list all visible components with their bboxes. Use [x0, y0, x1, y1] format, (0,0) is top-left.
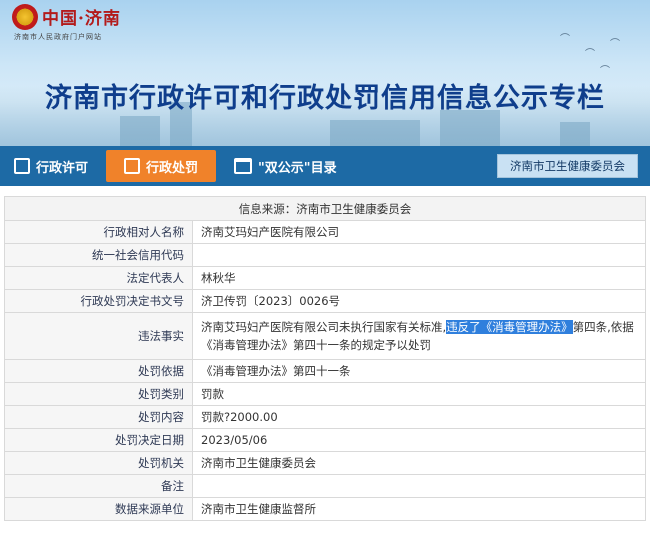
row-label: 处罚依据 [4, 359, 193, 383]
table-row: 处罚内容 罚款?2000.00 [4, 405, 646, 429]
nav-tab-admin-penalty[interactable]: 行政处罚 [106, 150, 217, 182]
main-nav: 行政许可 行政处罚 "双公示"目录 济南市卫生健康委员会 [0, 146, 650, 186]
row-value: 济南市卫生健康委员会 [192, 451, 646, 475]
table-row: 统一社会信用代码 [4, 243, 646, 267]
row-label: 备注 [4, 474, 193, 498]
row-label: 行政处罚决定书文号 [4, 289, 193, 313]
bird-icon: ⌒ [600, 66, 610, 77]
nav-tab-label: 行政处罚 [146, 160, 199, 176]
table-row: 数据来源单位 济南市卫生健康监督所 [4, 497, 646, 521]
list-icon [124, 158, 141, 174]
skyline-building [440, 110, 500, 146]
violation-text-pre: 济南艾玛妇产医院有限公司未执行国家有关标准, [201, 320, 447, 334]
row-label: 违法事实 [4, 312, 193, 360]
table-row: 处罚决定日期 2023/05/06 [4, 428, 646, 452]
skyline-building [330, 120, 420, 146]
table-row: 违法事实 济南艾玛妇产医院有限公司未执行国家有关标准,违反了《消毒管理办法》第四… [4, 312, 646, 360]
row-value [192, 474, 646, 498]
row-value: 2023/05/06 [192, 428, 646, 452]
row-value: 罚款 [192, 382, 646, 406]
table-row: 法定代表人 林秋华 [4, 266, 646, 290]
row-label: 处罚决定日期 [4, 428, 193, 452]
bird-icon: ⌒ [585, 49, 595, 60]
row-label: 处罚机关 [4, 451, 193, 475]
row-label: 数据来源单位 [4, 497, 193, 521]
nav-tab-label: 行政许可 [36, 160, 89, 176]
row-label: 处罚类别 [4, 382, 193, 406]
document-icon [14, 158, 30, 174]
row-value: 罚款?2000.00 [192, 405, 646, 429]
table-row: 处罚类别 罚款 [4, 382, 646, 406]
row-value [192, 243, 646, 267]
bird-icon: ⌒ [610, 39, 620, 50]
site-logo-title[interactable]: 中国·济南 [42, 4, 121, 29]
nav-tab-admin-license[interactable]: 行政许可 [0, 146, 102, 186]
page-title: 济南市行政许可和行政处罚信用信息公示专栏 [45, 83, 605, 114]
table-row: 信息来源：济南市卫生健康委员会 [4, 196, 646, 221]
national-emblem-icon [12, 4, 38, 30]
row-value-violation: 济南艾玛妇产医院有限公司未执行国家有关标准,违反了《消毒管理办法》第四条,依据《… [192, 312, 646, 360]
row-label: 处罚内容 [4, 405, 193, 429]
row-label: 统一社会信用代码 [4, 243, 193, 267]
row-value: 济卫传罚〔2023〕0026号 [192, 289, 646, 313]
nav-tab-dual-publicity-catalog[interactable]: "双公示"目录 [220, 146, 351, 186]
department-selector[interactable]: 济南市卫生健康委员会 [497, 154, 638, 178]
penalty-info-table: 信息来源：济南市卫生健康委员会 行政相对人名称 济南艾玛妇产医院有限公司 统一社… [4, 196, 646, 521]
page-banner: ⌒ ⌒ ⌒ ⌒ 中国·济南 济南市人民政府门户网站 济南市行政许可和行政处罚信用… [0, 0, 650, 146]
row-value: 济南市卫生健康监督所 [192, 497, 646, 521]
violation-text-highlight: 违反了《消毒管理办法》 [446, 320, 573, 334]
site-logo-subtitle: 济南市人民政府门户网站 [14, 33, 102, 41]
row-label: 法定代表人 [4, 266, 193, 290]
row-value: 济南艾玛妇产医院有限公司 [192, 220, 646, 244]
bird-icon: ⌒ [560, 34, 570, 45]
info-source: 信息来源：济南市卫生健康委员会 [4, 196, 646, 221]
row-value: 林秋华 [192, 266, 646, 290]
table-row: 备注 [4, 474, 646, 498]
table-row: 行政处罚决定书文号 济卫传罚〔2023〕0026号 [4, 289, 646, 313]
row-label: 行政相对人名称 [4, 220, 193, 244]
skyline-building [120, 116, 160, 146]
row-value: 《消毒管理办法》第四十一条 [192, 359, 646, 383]
table-row: 处罚依据 《消毒管理办法》第四十一条 [4, 359, 646, 383]
nav-tab-label: "双公示"目录 [258, 160, 337, 176]
calendar-icon [234, 158, 253, 174]
table-row: 处罚机关 济南市卫生健康委员会 [4, 451, 646, 475]
skyline-building [560, 122, 590, 146]
table-row: 行政相对人名称 济南艾玛妇产医院有限公司 [4, 220, 646, 244]
